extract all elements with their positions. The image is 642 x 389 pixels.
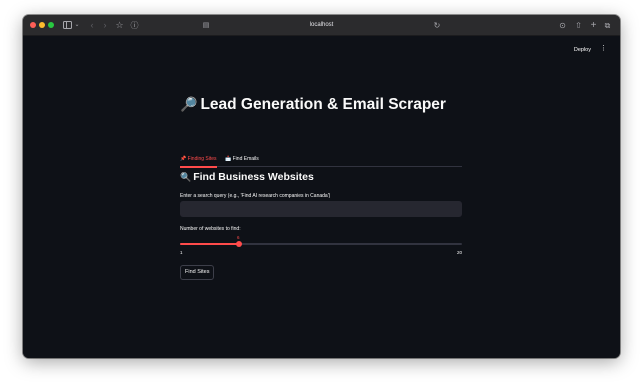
deploy-button[interactable]: Deploy [571,45,594,55]
info-icon[interactable]: ⓘ [130,19,139,32]
download-icon[interactable]: ⊙ [558,19,567,32]
slider-max: 20 [456,250,462,255]
minimize-window-button[interactable] [39,22,45,28]
browser-toolbar: ⌄ ‹ › ☆ ⓘ localhost ▤ ↻ ⊙ ⇧ + ⧉ [23,15,620,36]
tabs-icon[interactable]: ⧉ [603,19,612,32]
tab-bar: 📌 Finding Sites 📩 Find Emails [180,155,462,168]
slider-label: Number of websites to find: [180,226,241,232]
website-count-slider[interactable]: 6 1 20 [180,235,462,255]
sidebar-icon[interactable] [63,21,72,29]
browser-window: ⌄ ‹ › ☆ ⓘ localhost ▤ ↻ ⊙ ⇧ + ⧉ Deploy ⋮… [23,15,620,358]
address-bar[interactable]: localhost [23,15,620,36]
main-menu-icon[interactable]: ⋮ [600,45,607,53]
slider-fill [180,243,239,245]
page-title-text: Lead Generation & Email Scraper [200,96,446,113]
slider-value: 6 [237,235,240,240]
reader-icon[interactable]: ▤ [202,19,210,32]
reload-icon[interactable]: ↻ [433,19,441,32]
streamlit-app: Deploy ⋮ 🔎 Lead Generation & Email Scrape… [23,36,620,358]
zoom-window-button[interactable] [48,22,54,28]
tab-finding-sites[interactable]: 📌 Finding Sites [180,155,217,168]
tab-label: Find Emails [232,156,259,162]
pushpin-icon: 📌 [180,156,187,162]
search-query-input[interactable] [180,201,462,217]
tab-find-emails[interactable]: 📩 Find Emails [225,155,259,166]
section-heading-text: Find Business Websites [193,171,314,183]
plus-icon[interactable]: + [589,19,598,32]
star-icon[interactable]: ☆ [115,19,124,32]
section-heading: 🔍 Find Business Websites [180,171,314,183]
chevron-right-icon[interactable]: › [101,19,109,32]
magnifier-icon: 🔎 [180,96,198,112]
search-icon: 🔍 [180,172,192,182]
mailbox-icon: 📩 [225,156,232,162]
page-title: 🔎 Lead Generation & Email Scraper [180,96,480,114]
find-sites-button[interactable]: Find Sites [180,265,215,280]
chevron-left-icon[interactable]: ‹ [88,19,96,32]
slider-min: 1 [180,250,183,255]
tab-label: Finding Sites [187,156,217,162]
slider-handle[interactable] [236,241,242,247]
chevron-down-icon[interactable]: ⌄ [74,19,80,32]
url-text[interactable]: localhost [310,22,334,28]
share-icon[interactable]: ⇧ [574,19,583,32]
close-window-button[interactable] [30,22,36,28]
query-label: Enter a search query (e.g., 'Find AI res… [180,193,331,199]
